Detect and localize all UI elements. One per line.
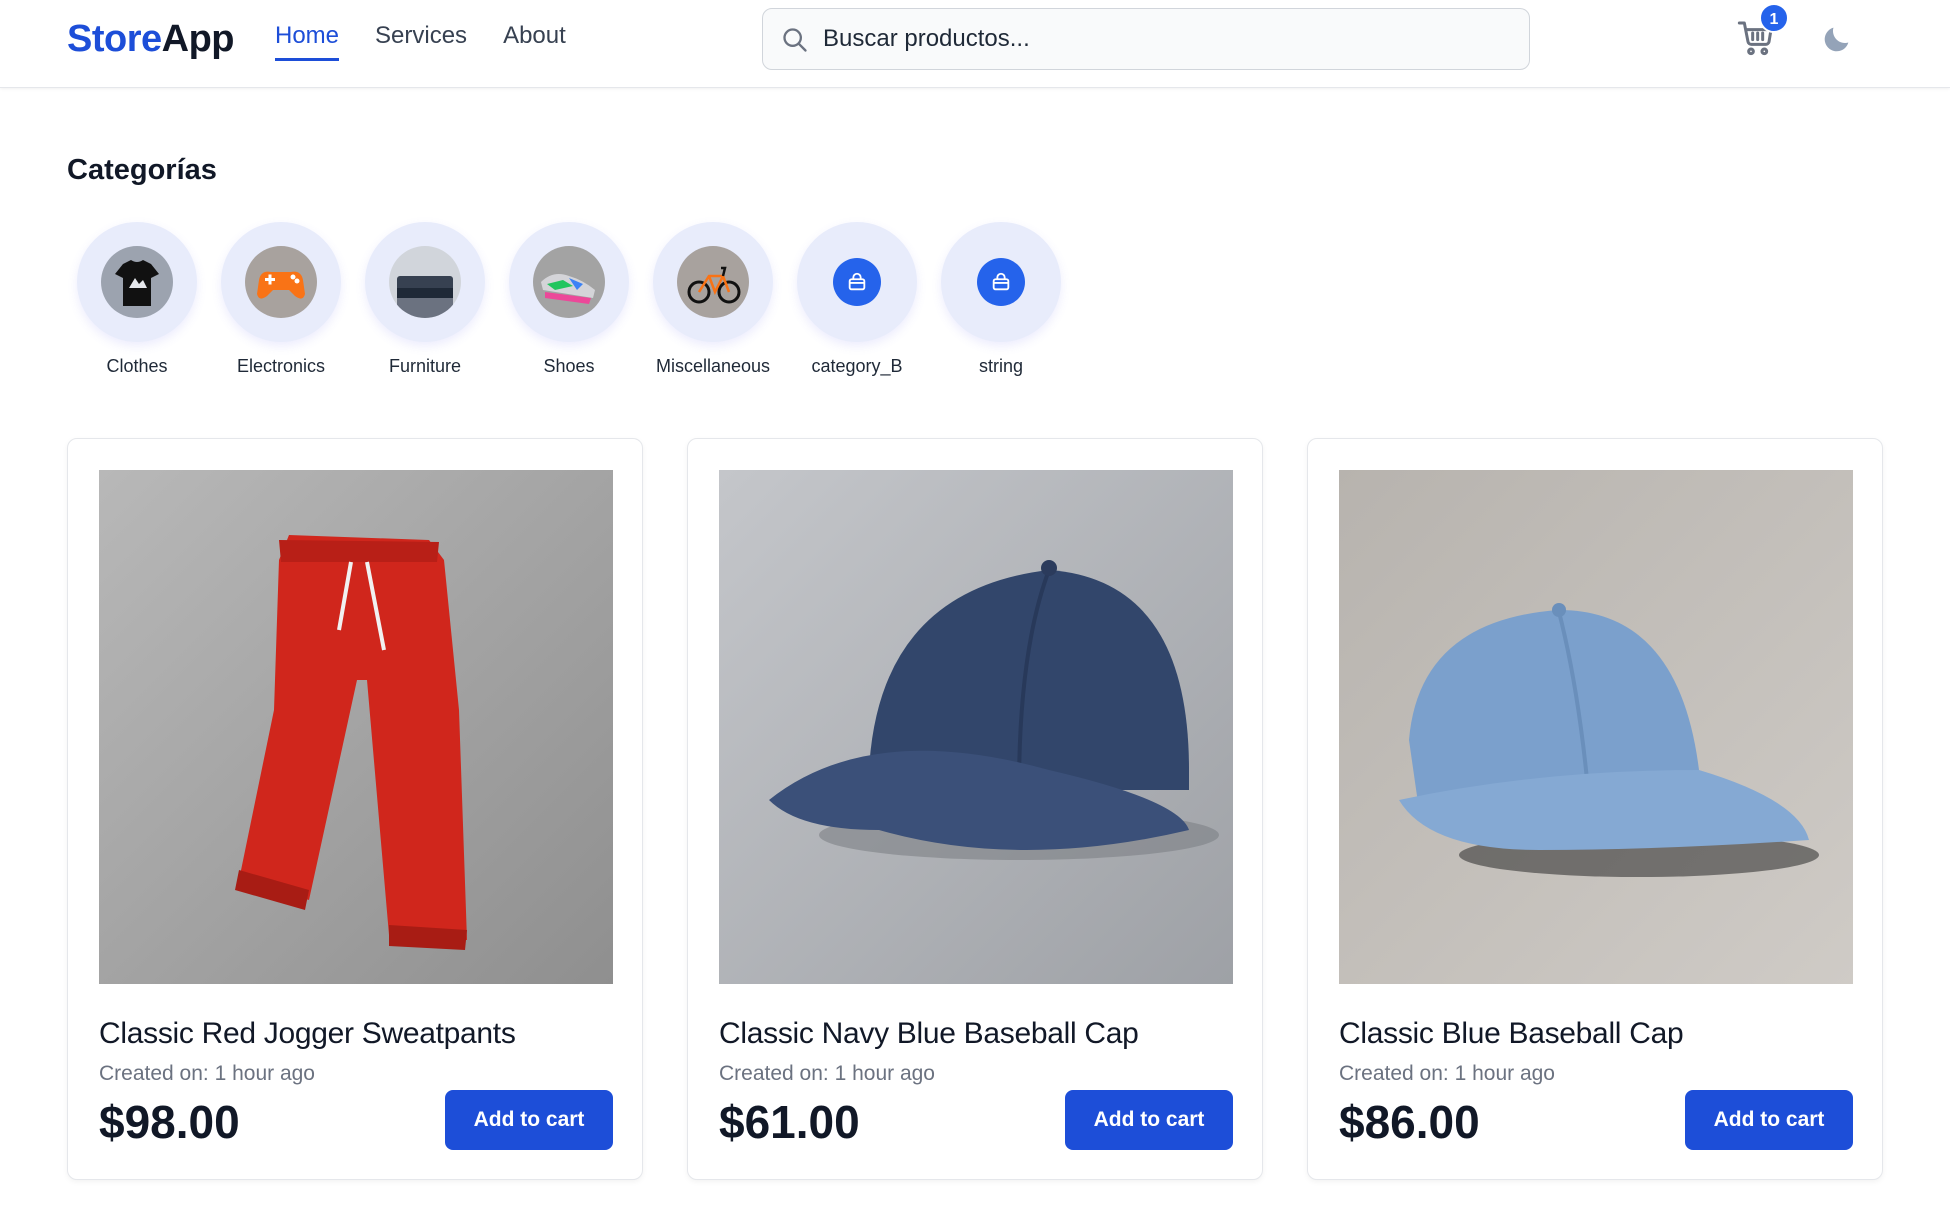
category-furniture[interactable]: Furniture <box>365 222 485 377</box>
add-to-cart-button[interactable]: Add to cart <box>1065 1090 1233 1150</box>
category-circle <box>509 222 629 342</box>
category-clothes[interactable]: Clothes <box>77 222 197 377</box>
light-blue-cap-image[interactable] <box>1339 470 1853 984</box>
category-label: Clothes <box>106 356 168 376</box>
product-card[interactable]: Classic Red Jogger Sweatpants Created on… <box>67 438 643 1180</box>
product-card[interactable]: Classic Blue Baseball Cap Created on: 1 … <box>1307 438 1883 1180</box>
categories-title: Categorías <box>67 154 217 186</box>
bag-icon <box>848 272 866 291</box>
category-b[interactable]: category_B <box>797 222 917 377</box>
sneakers-image <box>533 246 605 318</box>
category-string[interactable]: string <box>941 222 1061 377</box>
product-card[interactable]: Classic Navy Blue Baseball Cap Created o… <box>687 438 1263 1180</box>
product-name[interactable]: Classic Blue Baseball Cap <box>1339 1017 1684 1051</box>
categories-list: Clothes Electronics Furniture Shoes Misc… <box>77 222 1061 377</box>
top-navbar: StoreApp Home Services About 1 <box>0 0 1950 88</box>
logo-part-app: App <box>161 18 235 60</box>
search-input[interactable] <box>823 19 1513 59</box>
app-logo[interactable]: StoreApp <box>67 18 235 61</box>
product-name[interactable]: Classic Navy Blue Baseball Cap <box>719 1017 1139 1051</box>
product-price: $98.00 <box>99 1096 240 1148</box>
category-circle <box>941 222 1061 342</box>
category-miscellaneous[interactable]: Miscellaneous <box>653 222 773 377</box>
category-label: Shoes <box>543 356 595 376</box>
product-created-date: Created on: 1 hour ago <box>99 1062 315 1085</box>
nav-services[interactable]: Services <box>375 22 467 61</box>
product-grid: Classic Red Jogger Sweatpants Created on… <box>67 438 1883 1180</box>
nav-home[interactable]: Home <box>275 22 340 61</box>
category-label: category_B <box>811 356 903 376</box>
product-created-date: Created on: 1 hour ago <box>1339 1062 1555 1085</box>
category-label: string <box>978 356 1023 376</box>
category-electronics[interactable]: Electronics <box>221 222 341 377</box>
cart-count-badge: 1 <box>1759 3 1789 33</box>
category-circle <box>797 222 917 342</box>
category-circle <box>365 222 485 342</box>
category-label: Miscellaneous <box>655 356 771 376</box>
category-circle <box>653 222 773 342</box>
category-label: Electronics <box>236 356 326 376</box>
product-name[interactable]: Classic Red Jogger Sweatpants <box>99 1017 516 1051</box>
bicycle-image <box>677 246 749 318</box>
navy-cap-image[interactable] <box>719 470 1233 984</box>
add-to-cart-button[interactable]: Add to cart <box>445 1090 613 1150</box>
product-created-date: Created on: 1 hour ago <box>719 1062 935 1085</box>
red-sweatpants-image[interactable] <box>99 470 613 984</box>
category-label: Furniture <box>388 356 462 376</box>
category-circle <box>221 222 341 342</box>
bag-icon <box>992 272 1010 291</box>
gamepad-image <box>245 246 317 318</box>
category-icon-background <box>833 258 881 306</box>
sofa-image <box>389 246 461 318</box>
product-price: $86.00 <box>1339 1096 1480 1148</box>
search-bar <box>762 8 1530 70</box>
nav-about[interactable]: About <box>503 22 566 61</box>
search-icon <box>783 28 807 52</box>
moon-icon[interactable] <box>1820 22 1854 56</box>
tshirt-image <box>101 246 173 318</box>
main-nav: Home Services About <box>275 22 566 61</box>
add-to-cart-button[interactable]: Add to cart <box>1685 1090 1853 1150</box>
logo-part-store: Store <box>67 18 162 60</box>
category-icon-background <box>977 258 1025 306</box>
category-shoes[interactable]: Shoes <box>509 222 629 377</box>
product-price: $61.00 <box>719 1096 860 1148</box>
category-circle <box>77 222 197 342</box>
